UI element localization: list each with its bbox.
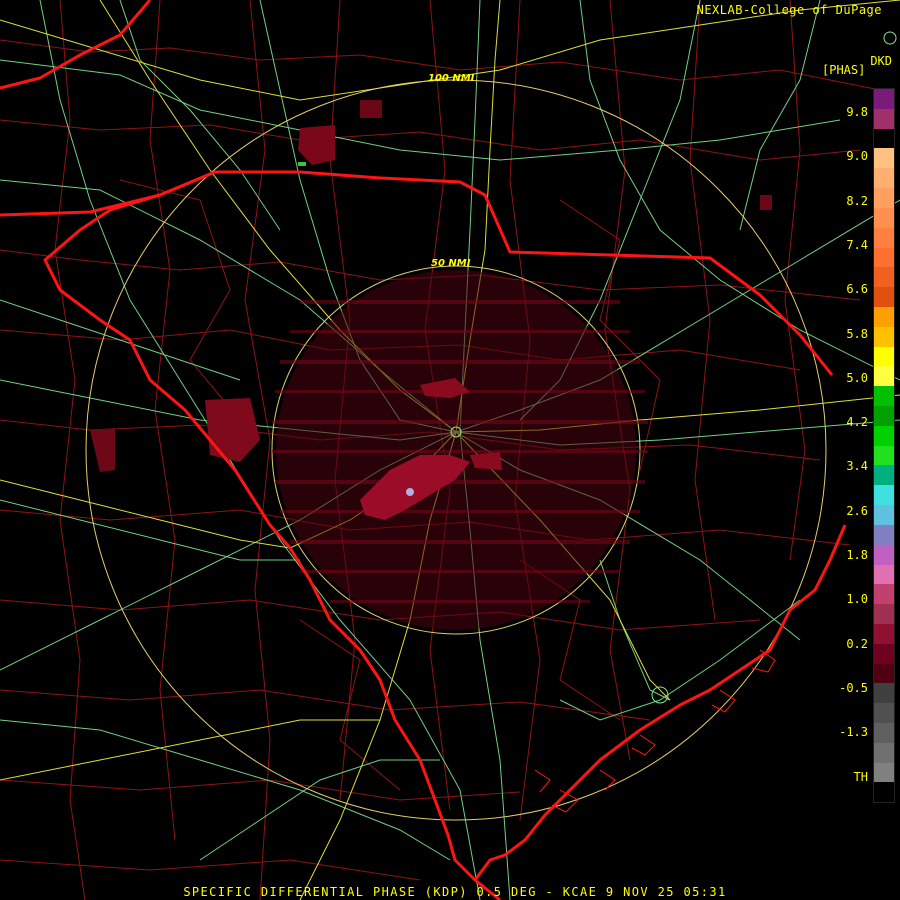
echo-east [470, 452, 502, 470]
color-scale-label: 8.2 [846, 193, 868, 208]
color-scale-swatch [874, 584, 894, 605]
color-scale-label: 5.0 [846, 370, 868, 385]
color-scale-label: -1.3 [839, 725, 868, 740]
color-scale-swatch [874, 267, 894, 288]
color-scale-swatch [874, 703, 894, 723]
echo-center-high [406, 488, 414, 496]
color-scale-swatch [874, 108, 894, 129]
color-scale-swatch [874, 564, 894, 585]
color-scale-label: 9.8 [846, 105, 868, 119]
color-scale-label: 2.6 [846, 503, 868, 518]
echo-ne-small [760, 195, 772, 210]
color-scale-label: -0.5 [839, 680, 868, 695]
color-scale-swatch [874, 465, 894, 486]
color-scale-swatch [874, 346, 894, 367]
color-scale-swatch [874, 168, 894, 189]
color-scale-swatch [874, 782, 894, 803]
color-scale-swatch [874, 643, 894, 664]
color-scale-label: 1.0 [846, 592, 868, 607]
color-scale-bar [873, 88, 895, 803]
credit-label: NEXLAB-College of DuPage [696, 3, 882, 17]
color-scale-label: TH [853, 769, 868, 784]
color-scale-swatch [874, 89, 894, 109]
color-scale-swatch [874, 604, 894, 624]
color-scale-swatch [874, 544, 894, 565]
color-scale-swatch [874, 683, 894, 704]
echo-far-west [90, 428, 115, 472]
color-scale-label: 9.0 [846, 149, 868, 164]
inner-ring-label: 50 NMI [431, 258, 471, 269]
color-scale-swatch [874, 505, 894, 525]
color-scale-swatch [874, 188, 894, 208]
color-scale-swatch [874, 742, 894, 763]
color-scale-label: 3.4 [846, 459, 868, 474]
color-scale-label: 5.8 [846, 326, 868, 341]
echo-north-small [360, 100, 382, 118]
color-scale-swatch [874, 623, 894, 644]
color-scale-label: 7.4 [846, 237, 868, 252]
color-scale-swatch [874, 386, 894, 406]
color-scale-swatch [874, 207, 894, 228]
color-scale-swatch [874, 227, 894, 248]
color-scale-label: 6.6 [846, 282, 868, 297]
echo-north-green [298, 162, 306, 166]
color-scale-label: 4.2 [846, 415, 868, 430]
color-scale-swatch [874, 723, 894, 743]
color-scale-swatch [874, 148, 894, 169]
color-scale-swatch [874, 326, 894, 347]
echo-west [205, 398, 260, 462]
color-scale-swatch [874, 485, 894, 506]
units-label: [PHAS] [822, 63, 866, 77]
echo-north [298, 125, 335, 165]
color-scale-swatch [874, 306, 894, 327]
color-scale-swatch [874, 128, 894, 149]
color-scale-swatch [874, 247, 894, 268]
color-scale-swatch [874, 663, 894, 684]
color-scale-swatch [874, 287, 894, 307]
radar-map [0, 0, 900, 900]
color-scale-swatch [874, 406, 894, 426]
color-scale-label: 1.8 [846, 548, 868, 562]
color-scale-swatch [874, 762, 894, 783]
color-scale-swatch [874, 524, 894, 545]
color-scale-swatch [874, 445, 894, 466]
product-caption: SPECIFIC DIFFERENTIAL PHASE (KDP) 0.5 DE… [183, 885, 727, 899]
outer-ring-label: 100 NMI [428, 73, 475, 84]
color-scale-swatch [874, 425, 894, 446]
color-scale-label: 0.2 [846, 636, 868, 651]
color-scale-swatch [874, 366, 894, 387]
radar-map-view: NEXLAB-College of DuPage DKD [PHAS] 100 … [0, 0, 900, 900]
site-code-label: DKD [870, 54, 892, 68]
